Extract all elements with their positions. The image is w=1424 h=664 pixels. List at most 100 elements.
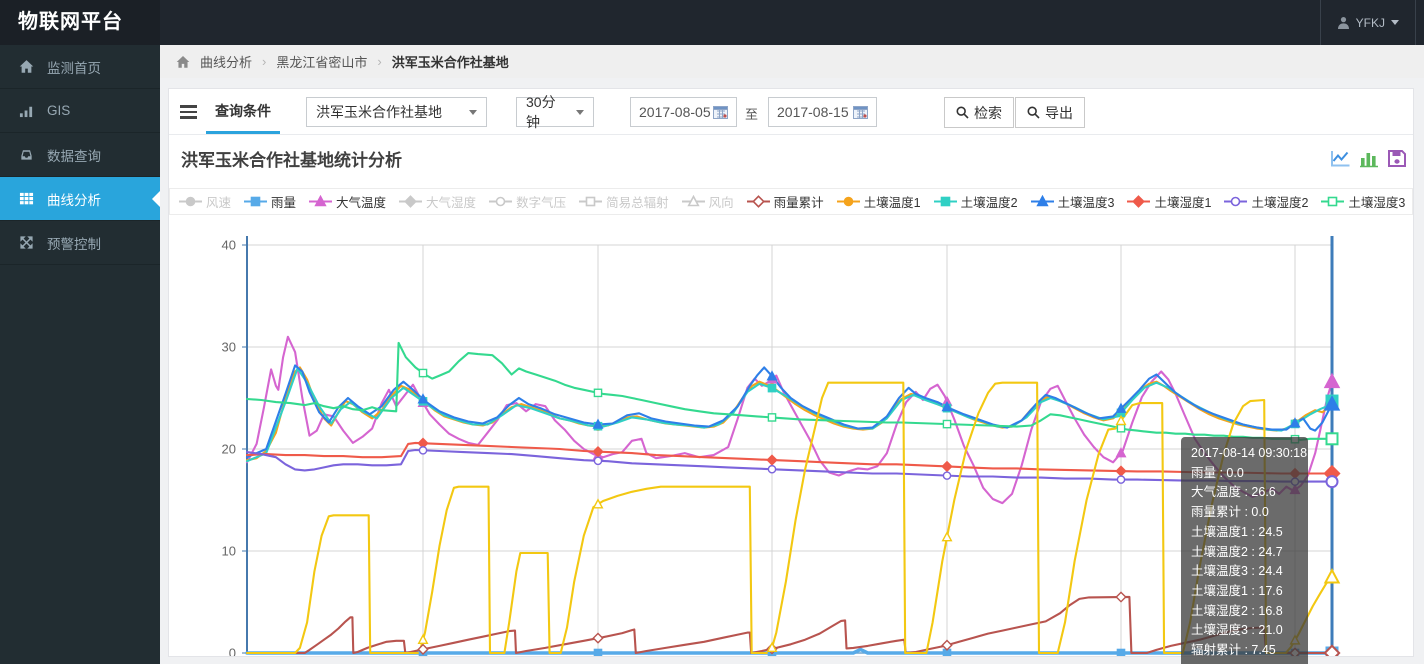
- legend-label: 土壤温度2: [961, 192, 1018, 211]
- y-axis-tick-label: 20: [222, 442, 236, 457]
- triangle-marker-icon: [1031, 195, 1054, 208]
- bar-chart-icon[interactable]: [1359, 149, 1379, 168]
- sidebar-item-monitor-home[interactable]: 监测首页: [0, 45, 160, 89]
- export-button[interactable]: 导出: [1015, 97, 1085, 128]
- user-name: YFKJ: [1356, 16, 1385, 30]
- legend-label: 土壤温度1: [864, 192, 921, 211]
- series-line-土壤湿度2: [247, 450, 1332, 482]
- legend-label: 土壤湿度3: [1348, 192, 1405, 211]
- legend-label: 大气温度: [336, 192, 386, 211]
- legend-item[interactable]: 大气温度: [309, 192, 386, 211]
- search-icon: [956, 106, 969, 119]
- legend-item[interactable]: 风速: [179, 192, 231, 211]
- legend-label: 雨量: [271, 192, 296, 211]
- legend-label: 土壤湿度1: [1154, 192, 1211, 211]
- legend-item[interactable]: 风向: [682, 192, 734, 211]
- date-to-value: 2017-08-15: [777, 104, 849, 120]
- legend-item[interactable]: 土壤温度2: [934, 192, 1018, 211]
- search-button-label: 检索: [974, 103, 1002, 123]
- date-range-separator: 至: [745, 104, 758, 123]
- hamburger-menu-icon[interactable]: [180, 105, 197, 122]
- legend-item[interactable]: 雨量: [244, 192, 296, 211]
- line-chart-icon[interactable]: [1330, 149, 1351, 168]
- inbox-icon: [19, 147, 34, 162]
- legend-item[interactable]: 土壤湿度3: [1321, 192, 1405, 211]
- legend-item[interactable]: 简易总辐射: [579, 192, 669, 211]
- search-button[interactable]: 检索: [944, 97, 1014, 128]
- date-from-value: 2017-08-05: [639, 104, 711, 120]
- diamond-marker-icon: [1127, 195, 1150, 208]
- sidebar-item-gis[interactable]: GIS: [0, 89, 160, 133]
- legend-item[interactable]: 土壤温度1: [837, 192, 921, 211]
- chevron-down-icon: [469, 110, 477, 115]
- series-end-marker-土壤湿度3: [1327, 433, 1338, 444]
- user-icon: [1337, 16, 1350, 29]
- app-logo: 物联网平台: [0, 0, 160, 45]
- interval-select[interactable]: 30分钟: [516, 97, 594, 127]
- interval-select-value: 30分钟: [526, 92, 568, 132]
- active-item-arrow: [152, 191, 160, 207]
- app-header: 物联网平台 YFKJ: [0, 0, 1424, 45]
- legend-item[interactable]: 数字气压: [489, 192, 566, 211]
- page-title: 洪军玉米合作社基地统计分析: [181, 146, 402, 171]
- breadcrumb-separator: ›: [262, 54, 266, 69]
- signal-icon: [19, 103, 34, 118]
- legend-label: 简易总辐射: [606, 192, 669, 211]
- sidebar-item-data-query[interactable]: 数据查询: [0, 133, 160, 177]
- user-menu[interactable]: YFKJ: [1320, 0, 1416, 45]
- sidebar-item-label: 预警控制: [47, 233, 101, 253]
- home-icon: [19, 59, 34, 74]
- content-card: 查询条件 洪军玉米合作社基地 30分钟 2017-08-05 至 2017-08…: [168, 88, 1414, 657]
- triangle-marker-icon: [682, 195, 705, 208]
- y-axis-tick-label: 0: [229, 646, 236, 657]
- sidebar-item-alert-control[interactable]: 预警控制: [0, 221, 160, 265]
- tab-query-conditions[interactable]: 查询条件: [206, 89, 280, 134]
- legend-label: 数字气压: [516, 192, 566, 211]
- legend-item[interactable]: 大气湿度: [399, 192, 476, 211]
- sidebar-item-label: 数据查询: [47, 145, 101, 165]
- date-from-input[interactable]: 2017-08-05: [630, 97, 737, 127]
- chevron-down-icon: [1391, 20, 1399, 25]
- station-select-value: 洪军玉米合作社基地: [316, 102, 442, 122]
- export-button-label: 导出: [1045, 103, 1073, 123]
- station-select[interactable]: 洪军玉米合作社基地: [306, 97, 487, 127]
- query-toolbar: 查询条件 洪军玉米合作社基地 30分钟 2017-08-05 至 2017-08…: [169, 89, 1413, 135]
- legend-label: 土壤湿度2: [1251, 192, 1308, 211]
- diamond-marker-icon: [747, 195, 770, 208]
- arrows-icon: [19, 235, 34, 250]
- home-icon: [176, 55, 190, 69]
- sidebar-item-label: 监测首页: [47, 57, 101, 77]
- sidebar: 监测首页 GIS 数据查询 曲线分析 预警控制: [0, 45, 160, 664]
- y-axis-tick-label: 40: [222, 238, 236, 253]
- iot-platform-page: { "header": { "app_title": "物联网平台", "use…: [0, 0, 1424, 664]
- chart-canvas[interactable]: 010203040: [169, 231, 1413, 656]
- square-marker-icon: [934, 195, 957, 208]
- legend-item[interactable]: 土壤湿度1: [1127, 192, 1211, 211]
- sidebar-item-label: 曲线分析: [47, 189, 101, 209]
- chart-region: 010203040: [169, 231, 1413, 656]
- square-marker-icon: [579, 195, 602, 208]
- legend-label: 雨量累计: [774, 192, 824, 211]
- circle-marker-icon: [1224, 195, 1247, 208]
- search-icon: [1027, 106, 1040, 119]
- calendar-icon: [853, 105, 868, 119]
- legend-item[interactable]: 土壤湿度2: [1224, 192, 1308, 211]
- save-image-icon[interactable]: [1387, 149, 1407, 168]
- series-end-marker-大气温度: [1325, 375, 1338, 387]
- chart-toolbox: [1330, 149, 1407, 168]
- square-marker-icon: [1321, 195, 1344, 208]
- legend-item[interactable]: 土壤温度3: [1031, 192, 1115, 211]
- breadcrumb-item[interactable]: 黑龙江省密山市: [276, 52, 367, 71]
- legend-label: 土壤温度3: [1058, 192, 1115, 211]
- square-marker-icon: [244, 195, 267, 208]
- date-to-input[interactable]: 2017-08-15: [768, 97, 877, 127]
- series-line-雨量累计: [247, 597, 1332, 653]
- breadcrumb-item[interactable]: 曲线分析: [200, 52, 252, 71]
- triangle-marker-icon: [309, 195, 332, 208]
- sidebar-item-curve-analysis[interactable]: 曲线分析: [0, 177, 160, 221]
- series-line-辐射累计: [247, 383, 1332, 653]
- legend-item[interactable]: 雨量累计: [747, 192, 824, 211]
- sidebar-item-label: GIS: [47, 103, 70, 118]
- circle-marker-icon: [489, 195, 512, 208]
- legend-label: 风速: [206, 192, 231, 211]
